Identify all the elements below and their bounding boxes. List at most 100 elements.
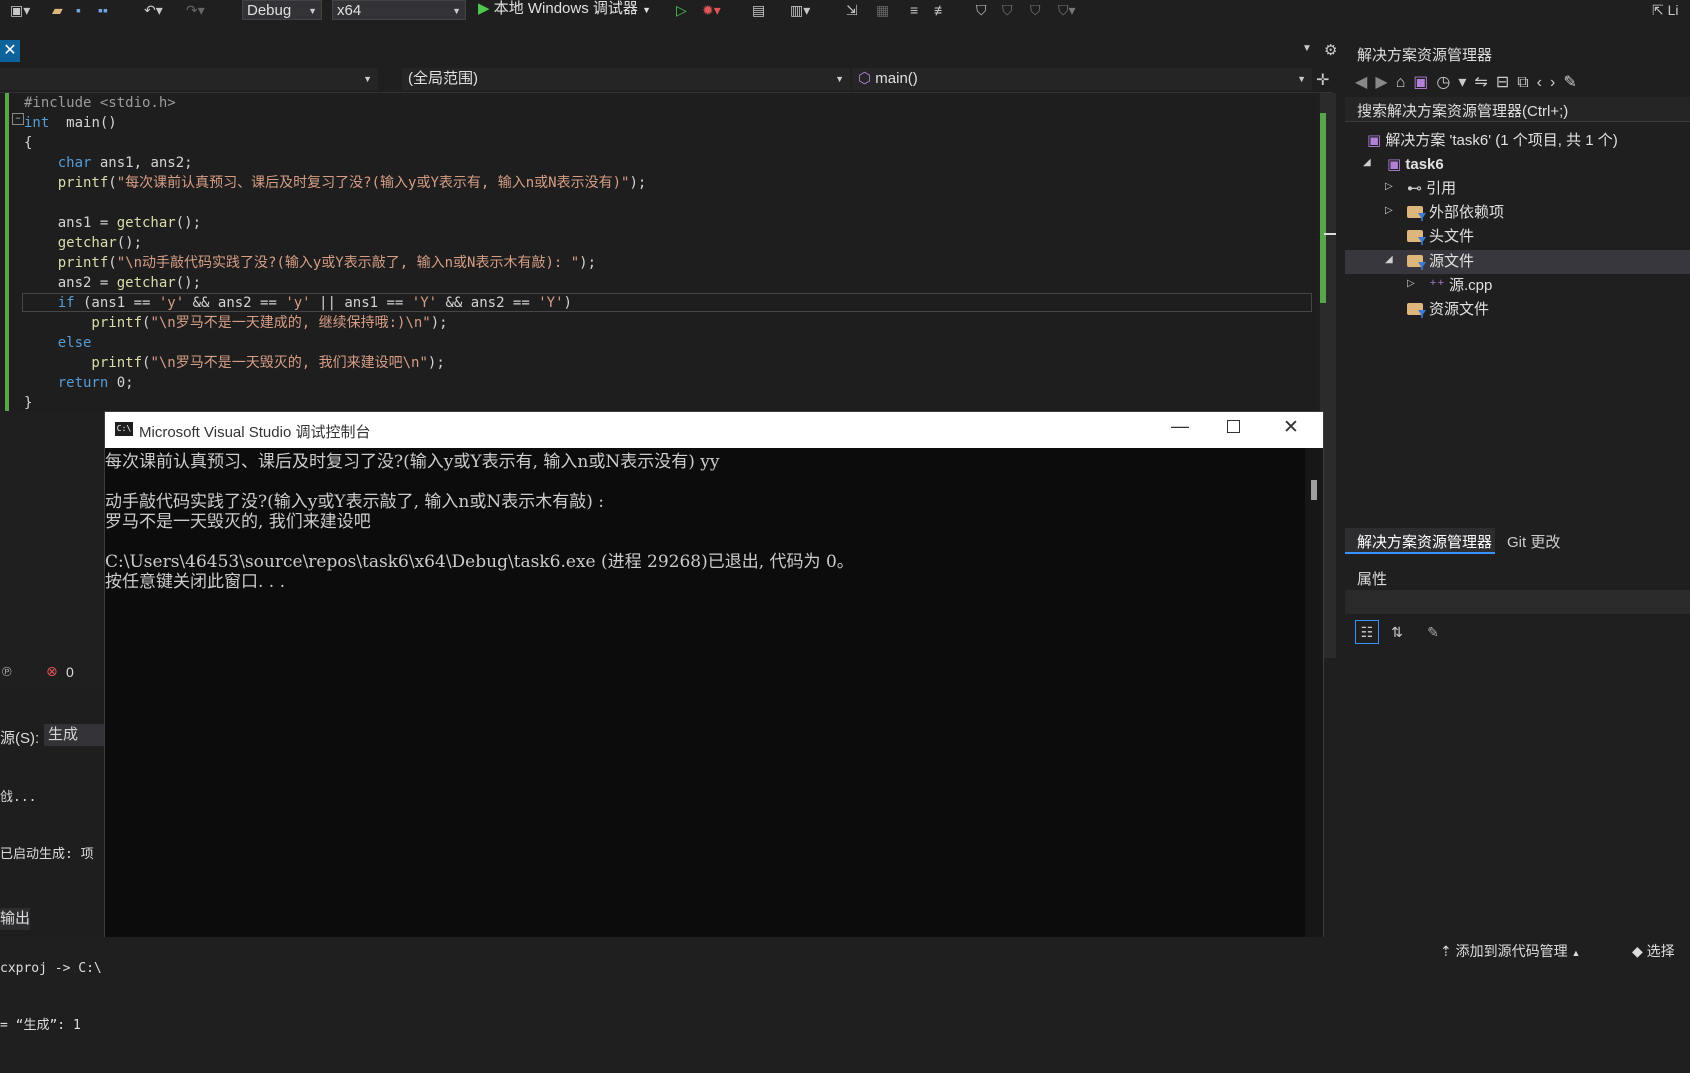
toolbar-icon[interactable]: ▤ bbox=[752, 2, 765, 18]
chevron-down-icon: ▼ bbox=[308, 6, 317, 16]
toolbar-icon[interactable]: ▥▾ bbox=[790, 2, 810, 18]
debug-console-window[interactable]: C:\ Microsoft Visual Studio 调试控制台 — ✕ 每次… bbox=[104, 411, 1324, 962]
collapse-icon[interactable]: − bbox=[12, 113, 24, 125]
code-line[interactable]: printf("\n罗马不是一天建成的, 继续保持哦:)\n"); bbox=[24, 313, 447, 333]
tab-list-dropdown-icon[interactable]: ▼ bbox=[1302, 43, 1312, 54]
scope-nav-select[interactable]: (全局范围) ▼ bbox=[402, 68, 850, 90]
arrow-up-icon: ⇡ bbox=[1440, 943, 1452, 959]
tree-item-header-files[interactable]: 头文件 bbox=[1407, 226, 1474, 248]
forward-icon[interactable]: ▶ bbox=[1375, 74, 1395, 91]
save-all-icon[interactable]: ▪▪ bbox=[98, 2, 108, 18]
tree-item-source-files[interactable]: 源文件 bbox=[1407, 251, 1474, 273]
code-line[interactable]: { bbox=[24, 133, 32, 153]
add-to-source-control-button[interactable]: ⇡ 添加到源代码管理 ▲ bbox=[1440, 941, 1580, 961]
output-source-select[interactable]: 生成 bbox=[44, 724, 106, 746]
code-line[interactable]: printf("\n罗马不是一天毁灭的, 我们来建设吧\n"); bbox=[24, 353, 444, 373]
code-line[interactable]: else bbox=[24, 333, 92, 353]
config-select[interactable]: Debug ▼ bbox=[242, 0, 322, 20]
properties-object-select[interactable] bbox=[1345, 590, 1690, 614]
live-share-button[interactable]: ⇱ Li bbox=[1652, 2, 1679, 18]
code-line[interactable]: ans1 = getchar(); bbox=[24, 213, 201, 233]
collapsed-arrow-icon[interactable]: ▷ bbox=[1385, 181, 1393, 192]
open-folder-icon[interactable]: ▰ bbox=[52, 2, 63, 18]
code-token: return bbox=[24, 375, 109, 391]
new-project-icon[interactable]: ▣▾ bbox=[10, 2, 30, 18]
code-token: printf bbox=[24, 315, 143, 331]
collapsed-arrow-icon[interactable]: ▷ bbox=[1385, 205, 1393, 216]
alphabetical-icon[interactable]: ⇅ bbox=[1385, 620, 1409, 644]
code-token: ( bbox=[108, 255, 117, 271]
error-icon[interactable]: ⊗ bbox=[46, 663, 58, 680]
home-icon[interactable]: ⌂ bbox=[1396, 74, 1414, 91]
function-nav-select[interactable]: ⬡ main() ▼ bbox=[852, 68, 1312, 90]
start-debug-button[interactable]: ▶ 本地 Windows 调试器 ▼ bbox=[478, 0, 651, 20]
tree-item-source-cpp[interactable]: ⁺⁺ 源.cpp bbox=[1429, 275, 1492, 297]
bookmark-prev-icon[interactable]: ⛉ bbox=[1002, 2, 1013, 18]
cpp-file-icon: ⁺⁺ bbox=[1429, 277, 1445, 294]
code-line[interactable]: char ans1, ans2; bbox=[24, 153, 193, 173]
maximize-icon[interactable] bbox=[1227, 420, 1240, 433]
solution-search-box[interactable]: 搜索解决方案资源管理器(Ctrl+;) bbox=[1345, 97, 1690, 122]
console-scroll-thumb[interactable] bbox=[1311, 480, 1317, 500]
select-repo-button[interactable]: ◆ 选择 bbox=[1632, 941, 1675, 961]
code-line[interactable]: } bbox=[24, 393, 32, 413]
tree-item-project[interactable]: ▣ task6 bbox=[1387, 154, 1444, 176]
comment-icon[interactable]: ≡ bbox=[910, 2, 918, 18]
code-line[interactable]: ans2 = getchar(); bbox=[24, 273, 201, 293]
code-line[interactable]: #include <stdio.h> bbox=[24, 93, 176, 113]
switch-view-icon[interactable]: ▣ bbox=[1413, 74, 1436, 91]
undo-icon[interactable]: ↶▾ bbox=[144, 2, 163, 18]
code-view-icon[interactable]: ‹› bbox=[1537, 74, 1564, 91]
categorized-icon[interactable]: ☷ bbox=[1355, 620, 1379, 644]
sync-icon[interactable]: ⇋ bbox=[1474, 74, 1495, 91]
code-line[interactable]: printf("每次课前认真预习、课后及时复习了没?(输入y或Y表示有, 输入n… bbox=[24, 173, 647, 193]
hot-reload-icon[interactable]: ✹▾ bbox=[702, 2, 721, 18]
issues-icon[interactable]: ℗ bbox=[2, 664, 12, 679]
wrench-icon[interactable]: ✎ bbox=[1421, 620, 1445, 644]
bookmark-icon[interactable]: ⛉ bbox=[976, 2, 987, 18]
minimize-icon[interactable]: — bbox=[1171, 416, 1189, 437]
scroll-change-marker bbox=[1320, 113, 1326, 303]
collapse-all-icon[interactable]: ⊟ bbox=[1496, 74, 1517, 91]
redo-icon[interactable]: ↷▾ bbox=[186, 2, 205, 18]
tab-solution-explorer[interactable]: 解决方案资源管理器 bbox=[1345, 528, 1495, 554]
toolbar-icon[interactable]: ▦ bbox=[876, 2, 889, 18]
code-editor[interactable]: #include <stdio.h> int main() { char ans1,… bbox=[0, 93, 1315, 413]
collapsed-arrow-icon[interactable]: ▷ bbox=[1407, 278, 1415, 289]
tree-item-references[interactable]: ⊷ 引用 bbox=[1407, 178, 1456, 200]
toolbar-icon[interactable]: ⇲ bbox=[846, 2, 858, 18]
code-line[interactable]: getchar(); bbox=[24, 233, 142, 253]
code-line[interactable]: return 0; bbox=[24, 373, 134, 393]
tab-git-changes[interactable]: Git 更改 bbox=[1501, 528, 1581, 552]
tree-item-external-deps[interactable]: 外部依赖项 bbox=[1407, 202, 1504, 224]
save-icon[interactable]: ▪ bbox=[76, 2, 81, 18]
tree-item-label: task6 bbox=[1405, 156, 1444, 173]
back-icon[interactable]: ◀ bbox=[1355, 74, 1375, 91]
platform-select[interactable]: x64 ▼ bbox=[332, 0, 466, 20]
wrench-icon[interactable]: ✎ bbox=[1563, 74, 1584, 91]
gear-icon[interactable]: ⚙ bbox=[1324, 41, 1337, 59]
output-source-value: 生成 bbox=[48, 726, 79, 743]
console-line: C:\Users\46453\source\repos\task6\x64\De… bbox=[105, 552, 854, 572]
tree-item-solution[interactable]: ▣ 解决方案 'task6' (1 个项目, 共 1 个) bbox=[1367, 130, 1618, 152]
console-titlebar[interactable]: C:\ Microsoft Visual Studio 调试控制台 — ✕ bbox=[105, 412, 1323, 448]
history-icon[interactable]: ◷▾ bbox=[1436, 74, 1474, 91]
console-scrollbar[interactable] bbox=[1305, 448, 1323, 961]
add-source-label: 添加到源代码管理 bbox=[1455, 943, 1568, 959]
bookmark-clear-icon[interactable]: ⛉▾ bbox=[1058, 2, 1076, 18]
expanded-arrow-icon[interactable]: ◢ bbox=[1363, 157, 1371, 168]
code-line[interactable]: printf("\n动手敲代码实践了没?(输入y或Y表示敲了, 输入n或N表示木… bbox=[24, 253, 596, 273]
project-nav-select[interactable]: ▼ bbox=[0, 68, 378, 90]
uncomment-icon[interactable]: ≢ bbox=[934, 2, 948, 18]
start-without-debug-icon[interactable]: ▷ bbox=[676, 2, 687, 18]
split-window-icon[interactable]: ✛ bbox=[1316, 70, 1329, 90]
console-output[interactable]: 每次课前认真预习、课后及时复习了没?(输入y或Y表示有, 输入n或N表示没有) … bbox=[105, 448, 1305, 961]
copy-icon[interactable]: ⧉ bbox=[1517, 74, 1536, 91]
code-line[interactable]: int main() bbox=[24, 113, 117, 133]
bookmark-next-icon[interactable]: ⛉ bbox=[1030, 2, 1041, 18]
tab-output[interactable]: 输出 bbox=[0, 908, 30, 930]
close-tab-icon[interactable]: ✕ bbox=[0, 40, 20, 62]
expanded-arrow-icon[interactable]: ◢ bbox=[1385, 254, 1393, 265]
tree-item-resource-files[interactable]: 资源文件 bbox=[1407, 299, 1489, 321]
close-icon[interactable]: ✕ bbox=[1283, 416, 1299, 439]
